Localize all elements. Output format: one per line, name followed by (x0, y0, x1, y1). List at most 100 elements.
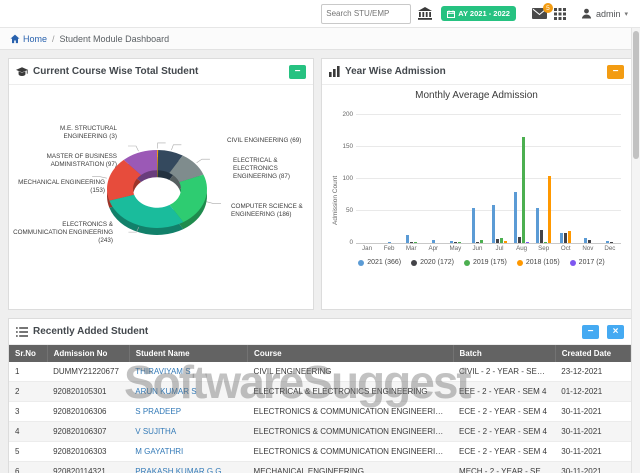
col-header-batch: Batch (453, 345, 555, 362)
bar-plot: 050100150200 (356, 115, 621, 244)
cell-srno: 3 (9, 402, 47, 422)
bar-2021-Mar (406, 235, 409, 243)
username-label: admin (596, 9, 621, 19)
home-icon (10, 34, 20, 44)
table-row: 4920820106307V SUJITHAELECTRONICS & COMM… (9, 422, 631, 442)
cell-course: ELECTRONICS & COMMUNICATION ENGINEERING (248, 402, 453, 422)
cell-admission-no: 920820114321 (47, 462, 129, 473)
cell-created-date: 30-11-2021 (555, 442, 630, 462)
table-row: 6920820114321PRAKASH KUMAR G GMECHANICAL… (9, 462, 631, 473)
legend-label: 2020 (172) (420, 259, 454, 266)
breadcrumb: Home / Student Module Dashboard (0, 28, 640, 50)
scrollbar-track[interactable] (631, 28, 640, 473)
cell-srno: 2 (9, 382, 47, 402)
cell-admission-no: 920820106306 (47, 402, 129, 422)
table-row: 3920820106306S PRADEEPELECTRONICS & COMM… (9, 402, 631, 422)
legend-item[interactable]: 2019 (175) (464, 259, 507, 266)
apps-grid-button[interactable] (554, 8, 566, 20)
cell-course: CIVIL ENGINEERING (248, 362, 453, 382)
year-wise-panel: Year Wise Admission − Monthly Average Ad… (321, 58, 632, 310)
cell-course: ELECTRICAL & ELECTRONICS ENGINEERING (248, 382, 453, 402)
institution-icon[interactable] (418, 7, 432, 20)
legend-dot-icon (464, 260, 470, 266)
academic-year-label: AY 2021 - 2022 (458, 9, 510, 18)
cell-batch: ECE - 2 - YEAR - SEM 4 (453, 422, 555, 442)
pie-label: CIVIL ENGINEERING (69) (227, 137, 309, 145)
cell-srno: 5 (9, 442, 47, 462)
pie-label: M.E. STRUCTURAL ENGINEERING (3) (39, 125, 117, 141)
grid-icon (554, 8, 566, 20)
legend-item[interactable]: 2020 (172) (411, 259, 454, 266)
col-header-srno: Sr.No (9, 345, 47, 362)
legend-item[interactable]: 2021 (366) (358, 259, 401, 266)
x-tick-label: Nov (577, 245, 599, 252)
cell-course: ELECTRONICS & COMMUNICATION ENGINEERING (248, 422, 453, 442)
close-recent-panel-button[interactable]: × (607, 325, 624, 339)
y-tick-label: 50 (337, 207, 353, 214)
bar-2019-Aug (522, 137, 525, 243)
app-window: AY 2021 - 2022 5 admin (0, 0, 640, 473)
legend-dot-icon (358, 260, 364, 266)
bar-2018-Sep (548, 176, 551, 243)
graduation-cap-icon (16, 67, 28, 77)
bar-2021-Jun (472, 208, 475, 243)
cell-student-name[interactable]: V SUJITHA (129, 422, 247, 442)
x-tick-label: Oct (555, 245, 577, 252)
calendar-icon (447, 10, 455, 18)
cell-student-name[interactable]: ARUN KUMAR S (129, 382, 247, 402)
pie-label: COMPUTER SCIENCE & ENGINEERING (186) (231, 203, 313, 219)
bar-2017-Aug (526, 242, 529, 243)
bar-2021-Nov (584, 238, 587, 243)
col-header-course: Course (248, 345, 453, 362)
cell-course: ELECTRONICS & COMMUNICATION ENGINEERING (248, 442, 453, 462)
table-row: 5920820106303M GAYATHRIELECTRONICS & COM… (9, 442, 631, 462)
bar-2021-Dec (606, 241, 609, 243)
legend-dot-icon (570, 260, 576, 266)
cell-student-name[interactable]: PRAKASH KUMAR G G (129, 462, 247, 473)
user-icon (581, 8, 592, 19)
chevron-down-icon: ▾ (624, 10, 628, 18)
cell-created-date: 30-11-2021 (555, 422, 630, 442)
cell-batch: ECE - 2 - YEAR - SEM 4 (453, 402, 555, 422)
bar-2019-Mar (414, 242, 417, 243)
breadcrumb-home-link[interactable]: Home (10, 34, 47, 44)
bar-2020-Nov (588, 240, 591, 243)
bar-2020-Dec (610, 242, 613, 243)
x-tick-label: Jan (356, 245, 378, 252)
cell-admission-no: 920820105301 (47, 382, 129, 402)
legend-item[interactable]: 2017 (2) (570, 259, 605, 266)
col-header-created-date: Created Date (555, 345, 630, 362)
bar-2021-Apr (432, 240, 435, 243)
pie-label: ELECTRONICS & COMMUNICATION ENGINEERING … (13, 221, 113, 245)
cell-created-date: 23-12-2021 (555, 362, 630, 382)
y-tick-label: 150 (337, 143, 353, 150)
y-tick-label: 0 (337, 239, 353, 246)
y-axis-label: Admission Count (332, 176, 339, 225)
cell-student-name[interactable]: M GAYATHRI (129, 442, 247, 462)
academic-year-badge[interactable]: AY 2021 - 2022 (441, 6, 516, 21)
cell-student-name[interactable]: THIRAVIYAM S (129, 362, 247, 382)
collapse-course-panel-button[interactable]: − (289, 65, 306, 79)
bar-2019-Jun (480, 240, 483, 243)
cell-student-name[interactable]: S PRADEEP (129, 402, 247, 422)
messages-button[interactable]: 5 (532, 8, 547, 19)
course-panel-header: Current Course Wise Total Student − (9, 59, 313, 85)
bar-2020-May (454, 242, 457, 243)
cell-admission-no: DUMMY21220677 (47, 362, 129, 382)
collapse-recent-panel-button[interactable]: − (582, 325, 599, 339)
top-navbar: AY 2021 - 2022 5 admin (0, 0, 640, 28)
x-tick-label: Jun (466, 245, 488, 252)
bar-2020-Mar (410, 242, 413, 243)
col-header-student-name: Student Name (129, 345, 247, 362)
legend-label: 2019 (175) (473, 259, 507, 266)
list-icon (16, 327, 28, 337)
recent-students-panel: Recently Added Student − × SoftwareSugge… (8, 318, 632, 473)
legend-label: 2018 (105) (526, 259, 560, 266)
cell-batch: MECH - 2 - YEAR - SEM 4 (453, 462, 555, 473)
scrollbar-thumb[interactable] (633, 31, 639, 159)
user-menu[interactable]: admin ▾ (581, 8, 628, 19)
collapse-year-panel-button[interactable]: − (607, 65, 624, 79)
legend-item[interactable]: 2018 (105) (517, 259, 560, 266)
search-input[interactable] (321, 4, 411, 24)
cell-batch: EEE - 2 - YEAR - SEM 4 (453, 382, 555, 402)
